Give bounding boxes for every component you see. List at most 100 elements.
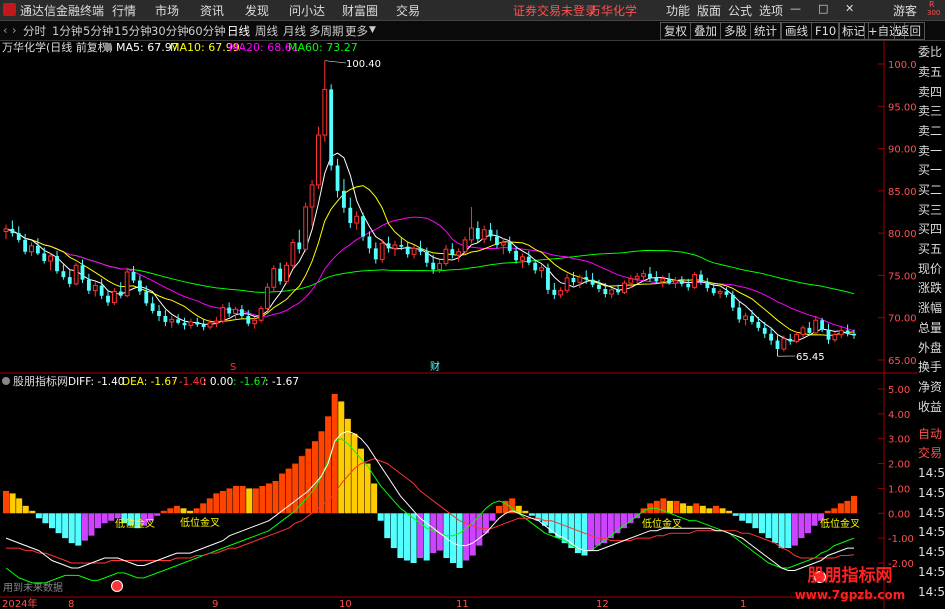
side-panel-item: 收益 [918, 400, 943, 414]
indicator-settings-icon[interactable] [2, 377, 10, 385]
candle-body-down [367, 236, 372, 249]
side-panel-item: 净资 [918, 380, 943, 394]
tab-intraday[interactable]: 分时 [23, 23, 46, 39]
menu-options[interactable]: 选项 [759, 2, 783, 19]
candle-body-up [456, 251, 462, 256]
x-label-nov: 11 [456, 599, 469, 609]
ma-settings-icon[interactable] [104, 43, 112, 51]
candle-body-down [724, 291, 729, 295]
candle-body-up [392, 244, 398, 249]
tab-15min[interactable]: 15分钟 [114, 23, 152, 39]
indicator-tick-label: 1.00 [888, 484, 910, 495]
time-axis: 2024年 8 9 10 11 12 1 [2, 597, 746, 609]
macd-bar [219, 490, 226, 514]
tab-weekly[interactable]: 周线 [255, 23, 278, 39]
prev-arrow-icon[interactable]: ‹ [3, 23, 8, 37]
candle-body-down [10, 228, 15, 234]
menu-layout[interactable]: 版面 [697, 2, 721, 19]
macd-bar [265, 483, 272, 514]
candle-body-up [303, 206, 309, 250]
back-button[interactable]: 返回 [894, 22, 925, 40]
menu-trade[interactable]: 交易 [396, 2, 420, 19]
signal-golden-cross-3: 低位金叉 [642, 517, 682, 530]
side-panel-item: 卖四 [918, 85, 943, 99]
x-label-aug: 8 [68, 599, 74, 609]
macd-bar [101, 513, 108, 524]
candle-body-up [462, 239, 468, 253]
stats-button[interactable]: 统计 [750, 22, 781, 40]
side-panel-item: 卖一 [918, 144, 943, 158]
menu-quotes[interactable]: 行情 [112, 2, 136, 19]
ma5-line [5, 152, 855, 342]
candle-body-up [577, 276, 583, 283]
candle-body-up [539, 267, 544, 271]
macd-bar [791, 513, 798, 546]
multi-stock-button[interactable]: 多股 [720, 22, 751, 40]
macd-bar [180, 508, 187, 514]
side-panel-item: 卖二 [918, 124, 943, 138]
draw-line-button[interactable]: 画线 [781, 22, 812, 40]
x-label-sep: 9 [212, 599, 218, 609]
period-toolbar: ‹ › 分时 1分钟 5分钟 15分钟 30分钟 60分钟 日线 周线 月线 多… [0, 21, 945, 41]
more-chevron-icon[interactable]: ▼ [369, 25, 376, 35]
candle-body-down [55, 255, 59, 272]
macd-bar [292, 463, 299, 514]
candle-body-up [469, 227, 474, 241]
candle-body-up [379, 242, 385, 260]
candle-body-down [507, 242, 512, 251]
indicator-grid: 5.004.003.002.001.000.00-1.00-2.00 [878, 385, 914, 570]
menu-ask[interactable]: 问小达 [289, 2, 325, 19]
macd-bar [390, 513, 397, 549]
tab-multi-period[interactable]: 多周期 [309, 23, 344, 39]
menu-market[interactable]: 市场 [155, 2, 179, 19]
candle-body-up [322, 88, 328, 136]
overlay-button[interactable]: 叠加 [690, 22, 721, 40]
macd-bar [298, 456, 305, 514]
menu-formula[interactable]: 公式 [728, 2, 752, 19]
f10-button[interactable]: F10 [811, 22, 841, 40]
candle-body-down [246, 316, 251, 324]
tab-30min[interactable]: 30分钟 [151, 23, 189, 39]
high-price-label: 100.40 [346, 59, 381, 70]
candle-body-down [373, 248, 378, 260]
watermark-url: www.7gpzb.com [795, 588, 906, 602]
tab-more[interactable]: 更多 [345, 23, 368, 39]
macd-bar [680, 503, 687, 514]
side-panel-item: 外盘 [918, 341, 943, 355]
menu-news[interactable]: 资讯 [200, 2, 224, 19]
login-notice[interactable]: 证券交易未登录 [513, 2, 597, 19]
indicator-tick-label: 2.00 [888, 460, 910, 471]
candle-body-down [399, 244, 404, 247]
side-panel-item: 自动 [918, 427, 943, 441]
tab-60min[interactable]: 60分钟 [188, 23, 226, 39]
menu-discover[interactable]: 发现 [245, 2, 269, 19]
candle-body-up [258, 307, 264, 321]
tab-daily[interactable]: 日线 [227, 23, 250, 39]
macd-bar [173, 505, 180, 514]
menu-wealth-circle[interactable]: 财富圈 [342, 2, 378, 19]
restore-icon[interactable]: □ [818, 2, 828, 15]
guest-user[interactable]: 游客 [893, 2, 917, 19]
candle-body-down [475, 228, 480, 240]
next-arrow-icon[interactable]: › [12, 23, 17, 37]
candle-body-up [73, 264, 79, 285]
macd-bar [785, 513, 792, 549]
macd-bar [364, 463, 371, 514]
macd-bar [739, 513, 746, 521]
adjust-button[interactable]: 复权 [660, 22, 691, 40]
tab-monthly[interactable]: 月线 [283, 23, 306, 39]
x-label-jan: 1 [740, 599, 746, 609]
app-title: 通达信金融终端 [20, 4, 105, 18]
candle-body-down [750, 316, 754, 322]
close-icon[interactable]: ✕ [845, 2, 854, 15]
candle-body-down [788, 338, 793, 342]
indicator-title: 股朋指标网 [13, 374, 68, 388]
minimize-icon[interactable]: — [790, 2, 801, 15]
macd-bar [831, 508, 838, 514]
macd-bar [699, 505, 706, 514]
tab-5min[interactable]: 5分钟 [83, 23, 113, 39]
menu-function[interactable]: 功能 [666, 2, 690, 19]
tab-1min[interactable]: 1分钟 [52, 23, 82, 39]
macd-bar [154, 513, 161, 516]
price-tick-label: 75.00 [888, 271, 917, 282]
